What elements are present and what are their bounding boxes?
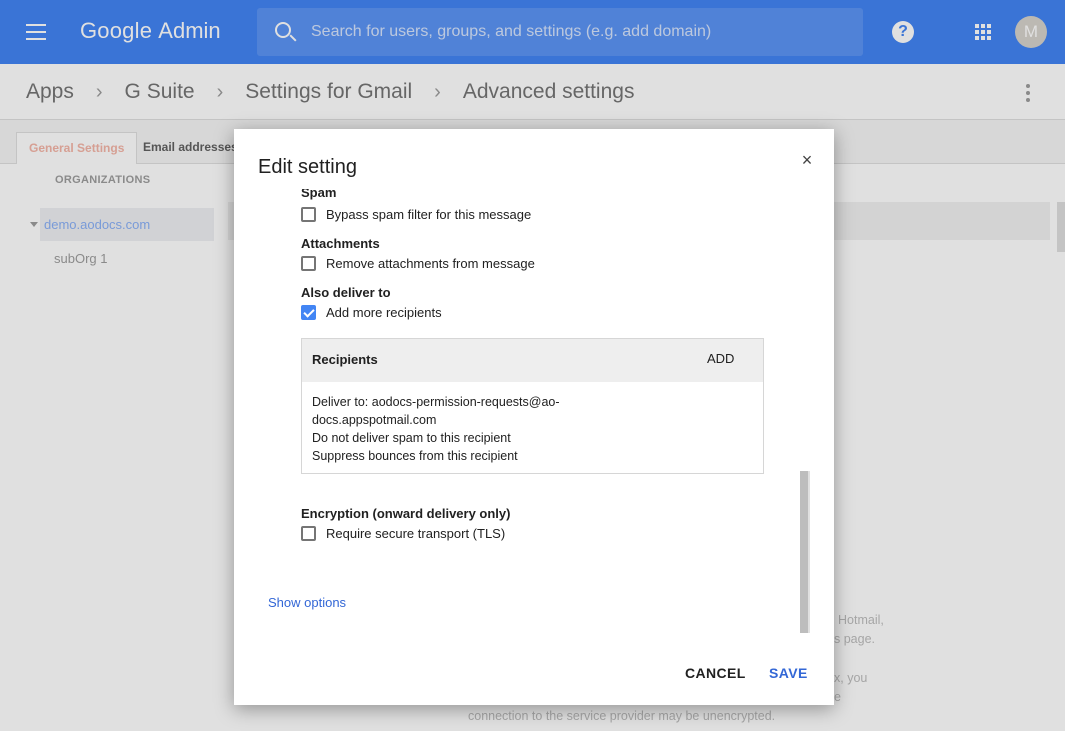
checkbox-label: Remove attachments from message <box>326 255 535 271</box>
recipient-entry[interactable]: Deliver to: aodocs-permission-requests@a… <box>302 382 763 465</box>
show-options-link[interactable]: Show options <box>268 595 346 610</box>
checkbox-row-remove-attachments[interactable]: Remove attachments from message <box>301 254 535 272</box>
checkbox-row-require-tls[interactable]: Require secure transport (TLS) <box>301 524 505 542</box>
scrollbar-track[interactable] <box>808 471 810 633</box>
dialog-title: Edit setting <box>258 156 357 178</box>
section-label-spam: Spam <box>301 189 337 200</box>
checkbox-row-add-recipients[interactable]: Add more recipients <box>301 303 442 321</box>
recipient-line: Do not deliver spam to this recipient <box>312 431 511 445</box>
scrollbar-thumb[interactable] <box>800 471 808 633</box>
remove-attachments-checkbox[interactable] <box>301 255 316 271</box>
checkbox-row-bypass-spam[interactable]: Bypass spam filter for this message <box>301 205 531 223</box>
dialog-scroll-area[interactable]: Spam Bypass spam filter for this message… <box>234 189 834 611</box>
edit-setting-dialog: Edit setting × Spam Bypass spam filter f… <box>234 129 834 705</box>
section-label-encryption: Encryption (onward delivery only) <box>301 506 511 521</box>
recipient-line: docs.appspotmail.com <box>312 413 437 427</box>
recipient-line: Deliver to: aodocs-permission-requests@a… <box>312 395 560 409</box>
add-recipient-button[interactable]: ADD <box>707 351 734 366</box>
save-button[interactable]: SAVE <box>769 665 808 681</box>
recipients-header: Recipients ADD <box>302 339 763 382</box>
add-recipients-checkbox[interactable] <box>301 304 316 320</box>
checkbox-label: Add more recipients <box>326 304 442 320</box>
cancel-button[interactable]: CANCEL <box>685 665 746 681</box>
section-label-attachments: Attachments <box>301 236 380 251</box>
close-icon[interactable]: × <box>800 151 814 169</box>
section-label-also-deliver: Also deliver to <box>301 285 391 300</box>
bypass-spam-checkbox[interactable] <box>301 206 316 222</box>
checkbox-label: Require secure transport (TLS) <box>326 525 506 541</box>
recipients-panel: Recipients ADD Deliver to: aodocs-permis… <box>301 338 764 474</box>
require-tls-checkbox[interactable] <box>301 525 316 541</box>
recipient-line: Suppress bounces from this recipient <box>312 449 518 463</box>
recipients-title: Recipients <box>312 352 378 367</box>
checkbox-label: Bypass spam filter for this message <box>326 206 532 222</box>
